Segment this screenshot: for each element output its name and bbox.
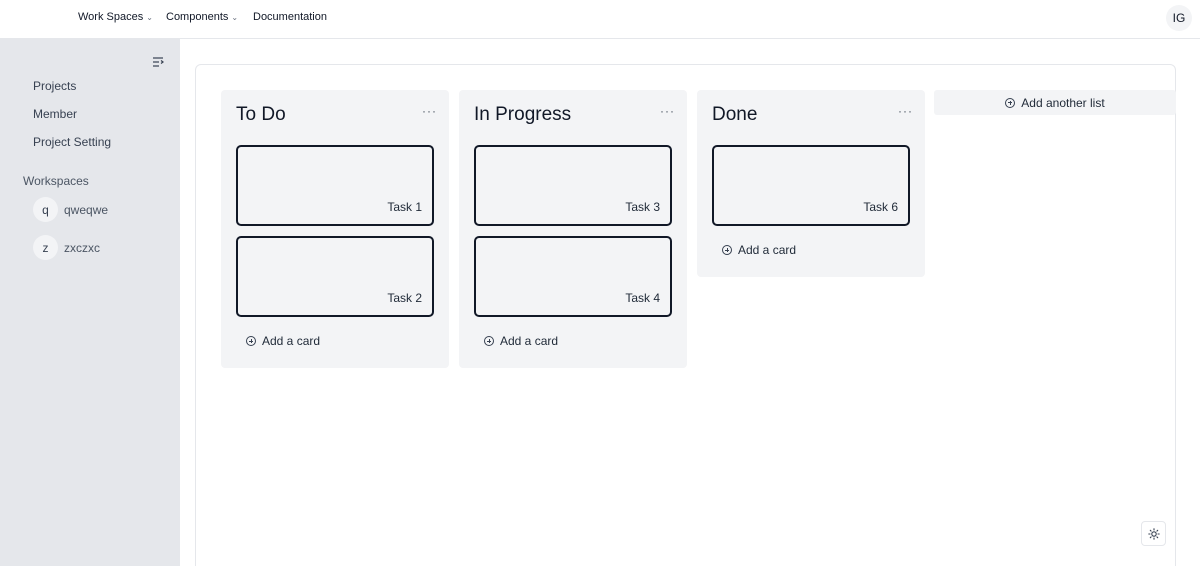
- task-card[interactable]: Task 4: [474, 236, 672, 317]
- list-menu-icon[interactable]: ···: [898, 104, 913, 118]
- task-card-title: Task 3: [625, 200, 660, 214]
- nav-documentation-label: Documentation: [253, 11, 327, 23]
- list-title: In Progress: [474, 104, 572, 125]
- task-card-title: Task 4: [625, 291, 660, 305]
- add-card-label: Add a card: [738, 243, 797, 257]
- nav-work-spaces-label: Work Spaces: [78, 11, 144, 23]
- add-card-button[interactable]: Add a card: [246, 334, 320, 348]
- add-list-button[interactable]: Add another list: [934, 90, 1176, 115]
- task-card[interactable]: Task 3: [474, 145, 672, 226]
- sidebar-item-member[interactable]: Member: [33, 107, 77, 121]
- plus-circle-icon: [722, 245, 732, 255]
- list-menu-icon[interactable]: ···: [660, 104, 675, 118]
- task-card-title: Task 6: [863, 200, 898, 214]
- plus-circle-icon: [1005, 97, 1016, 108]
- list-done: Done ··· Task 6 Add a card: [697, 90, 925, 277]
- top-navbar: Work Spaces ⌄ Components ⌄ Documentation…: [0, 0, 1200, 39]
- plus-circle-icon: [246, 336, 256, 346]
- plus-circle-icon: [484, 336, 494, 346]
- list-title: To Do: [236, 104, 286, 125]
- task-card[interactable]: Task 2: [236, 236, 434, 317]
- sun-icon: [1147, 527, 1160, 540]
- task-card-title: Task 2: [387, 291, 422, 305]
- user-avatar[interactable]: IG: [1166, 5, 1192, 31]
- theme-toggle-button[interactable]: [1141, 521, 1166, 546]
- task-card[interactable]: Task 6: [712, 145, 910, 226]
- list-in-progress: In Progress ··· Task 3 Task 4 Add a card: [459, 90, 687, 368]
- sidebar: Projects Member Project Setting Workspac…: [0, 39, 180, 566]
- workspace-name: qweqwe: [64, 202, 109, 217]
- add-card-button[interactable]: Add a card: [722, 243, 796, 257]
- workspace-name: zxczxc: [64, 240, 100, 255]
- chevron-down-icon: ⌄: [146, 13, 153, 22]
- sidebar-collapse-icon[interactable]: [151, 55, 165, 69]
- task-card-title: Task 1: [387, 200, 422, 214]
- workspace-avatar: z: [33, 235, 58, 260]
- nav-components[interactable]: Components ⌄: [166, 11, 238, 23]
- add-card-label: Add a card: [500, 334, 559, 348]
- list-to-do: To Do ··· Task 1 Task 2 Add a card: [221, 90, 449, 368]
- list-title: Done: [712, 104, 758, 125]
- nav-documentation[interactable]: Documentation: [253, 11, 327, 23]
- workspace-item-qweqwe[interactable]: q qweqwe: [33, 197, 108, 222]
- workspace-item-zxczxc[interactable]: z zxczxc: [33, 235, 100, 260]
- add-list-label: Add another list: [1021, 95, 1105, 110]
- add-card-button[interactable]: Add a card: [484, 334, 558, 348]
- workspaces-heading: Workspaces: [23, 174, 89, 188]
- add-card-label: Add a card: [262, 334, 321, 348]
- task-card[interactable]: Task 1: [236, 145, 434, 226]
- sidebar-item-projects[interactable]: Projects: [33, 79, 76, 93]
- list-menu-icon[interactable]: ···: [422, 104, 437, 118]
- nav-components-label: Components: [166, 11, 229, 23]
- nav-work-spaces[interactable]: Work Spaces ⌄: [78, 11, 153, 23]
- sidebar-item-project-setting[interactable]: Project Setting: [33, 135, 111, 149]
- chevron-down-icon: ⌄: [231, 13, 239, 22]
- workspace-avatar: q: [33, 197, 58, 222]
